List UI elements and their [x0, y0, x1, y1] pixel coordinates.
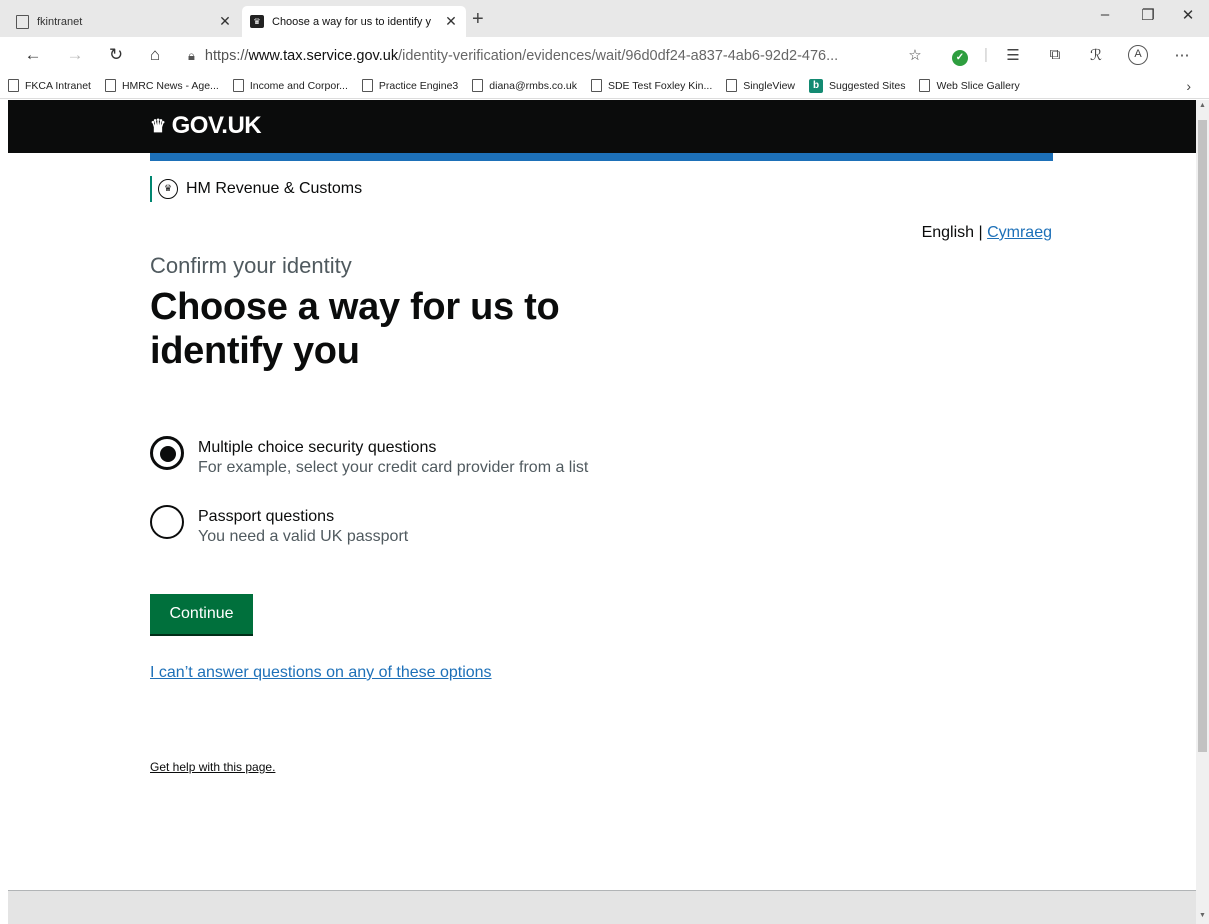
cant-answer-link[interactable]: I can’t answer questions on any of these… — [150, 664, 492, 682]
page-viewport: ♛ GOV.UK ♛ HM Revenue & Customs English … — [8, 100, 1196, 924]
favorite-item[interactable]: SDE Test Foxley Kin... — [590, 79, 713, 92]
favorite-label: Web Slice Gallery — [936, 79, 1020, 92]
scroll-up-icon[interactable]: ▲ — [1196, 102, 1209, 114]
tab-fkintranet[interactable]: fkintranet ✕ — [8, 6, 240, 37]
radio-multiple-choice[interactable]: Multiple choice security questions For e… — [150, 436, 588, 478]
favorite-label: SingleView — [743, 79, 795, 92]
favorite-item[interactable]: FKCA Intranet — [8, 79, 91, 92]
crown-icon: ♛ — [250, 15, 264, 28]
page-icon — [919, 79, 931, 92]
close-window-icon[interactable]: ✕ — [1176, 6, 1200, 24]
language-toggle: English | Cymraeg — [922, 224, 1052, 242]
radio-hint: For example, select your credit card pro… — [198, 459, 589, 476]
radio-label: Multiple choice security questions — [198, 439, 437, 456]
favorite-item[interactable]: diana@rmbs.co.uk — [472, 79, 577, 92]
page-title: Choose a way for us to identify you — [150, 286, 560, 372]
service-name: ♛ HM Revenue & Customs — [150, 176, 362, 202]
tab-title: Choose a way for us to identify y — [272, 15, 431, 28]
favorite-label: Suggested Sites — [829, 79, 906, 92]
browser-toolbar: ← → ↻ ⌂ 🔒︎ https://www.tax.service.gov.u… — [0, 37, 1209, 73]
page-icon — [472, 79, 484, 92]
radio-label: Passport questions — [198, 508, 335, 525]
new-tab-icon[interactable]: + — [472, 8, 484, 31]
radio-button[interactable] — [150, 505, 184, 539]
footer — [8, 890, 1196, 924]
crown-icon: ♛ — [150, 115, 166, 136]
divider: | — [984, 46, 988, 63]
home-icon[interactable]: ⌂ — [144, 44, 166, 66]
lang-current: English — [921, 224, 975, 241]
continue-button[interactable]: Continue — [150, 594, 253, 634]
collections-icon[interactable]: ⧉ — [1045, 46, 1065, 63]
minimize-icon[interactable]: – — [1093, 6, 1117, 23]
favorite-label: Practice Engine3 — [378, 79, 459, 92]
favorite-label: SDE Test Foxley Kin... — [607, 79, 713, 92]
address-bar[interactable]: 🔒︎ https://www.tax.service.gov.uk/identi… — [188, 42, 940, 69]
page-icon — [16, 14, 29, 29]
get-help-link[interactable]: Get help with this page. — [150, 760, 275, 774]
forward-icon[interactable]: → — [64, 44, 86, 66]
lock-icon: 🔒︎ — [188, 47, 195, 63]
logo-text: GOV.UK — [171, 112, 262, 139]
url-host: www.tax.service.gov.uk — [248, 47, 399, 64]
page-icon — [104, 79, 116, 92]
page-caption: Confirm your identity — [150, 253, 352, 278]
read-aloud-icon[interactable]: ℛ — [1086, 46, 1106, 64]
favorite-item[interactable]: SingleView — [726, 79, 795, 92]
header-underline — [150, 153, 1053, 161]
refresh-icon[interactable]: ↻ — [105, 44, 127, 66]
govuk-logo[interactable]: ♛ GOV.UK — [150, 112, 262, 140]
favorite-item[interactable]: Web Slice Gallery — [919, 79, 1020, 92]
close-icon[interactable]: ✕ — [444, 13, 458, 30]
url-path: /identity-verification/evidences/wait/96… — [398, 47, 839, 64]
page-icon — [590, 79, 602, 92]
radio-hint: You need a valid UK passport — [198, 528, 409, 545]
favorites-icon[interactable]: ☰ — [1003, 46, 1023, 64]
favorite-item[interactable]: Income and Corpor... — [232, 79, 348, 92]
radio-button[interactable] — [150, 436, 184, 470]
profile-icon[interactable]: A — [1128, 44, 1148, 65]
page-icon — [726, 79, 738, 92]
scroll-thumb[interactable] — [1198, 120, 1207, 752]
favorites-bar: FKCA Intranet HMRC News - Age... Income … — [0, 73, 1209, 99]
favorite-label: diana@rmbs.co.uk — [489, 79, 577, 92]
url-scheme: https:// — [204, 47, 249, 64]
scroll-down-icon[interactable]: ▼ — [1196, 912, 1209, 924]
page-icon — [8, 79, 19, 92]
favorite-label: FKCA Intranet — [25, 79, 91, 92]
back-icon[interactable]: ← — [22, 44, 44, 66]
tab-title: fkintranet — [37, 15, 83, 28]
star-icon[interactable]: ☆ — [905, 46, 925, 64]
bing-icon: b — [809, 78, 823, 93]
extension-icon[interactable]: ✓ — [950, 47, 970, 66]
hmrc-crest-icon: ♛ — [158, 179, 178, 199]
govuk-header: ♛ GOV.UK — [8, 100, 1196, 153]
favorite-label: Income and Corpor... — [249, 79, 348, 92]
favorite-label: HMRC News - Age... — [121, 79, 219, 92]
vertical-scrollbar[interactable]: ▲ ▼ — [1196, 100, 1209, 924]
page-icon — [361, 79, 373, 92]
favorite-item[interactable]: Practice Engine3 — [361, 79, 459, 92]
favorite-item[interactable]: HMRC News - Age... — [104, 79, 219, 92]
page-icon — [232, 79, 244, 92]
browser-tabstrip: fkintranet ✕ ♛ Choose a way for us to id… — [0, 0, 1209, 37]
lang-cymraeg-link[interactable]: Cymraeg — [987, 224, 1052, 241]
radio-passport[interactable]: Passport questions You need a valid UK p… — [150, 505, 408, 547]
tab-identity[interactable]: ♛ Choose a way for us to identify y ✕ — [242, 6, 466, 37]
favorite-item[interactable]: b Suggested Sites — [809, 78, 906, 93]
more-icon[interactable]: ⋯ — [1172, 46, 1192, 64]
lang-separator: | — [974, 224, 988, 241]
restore-icon[interactable]: ❐ — [1136, 6, 1160, 24]
close-icon[interactable]: ✕ — [218, 13, 232, 30]
chevron-right-icon[interactable]: › — [1186, 78, 1191, 94]
service-name-text: HM Revenue & Customs — [186, 180, 363, 197]
